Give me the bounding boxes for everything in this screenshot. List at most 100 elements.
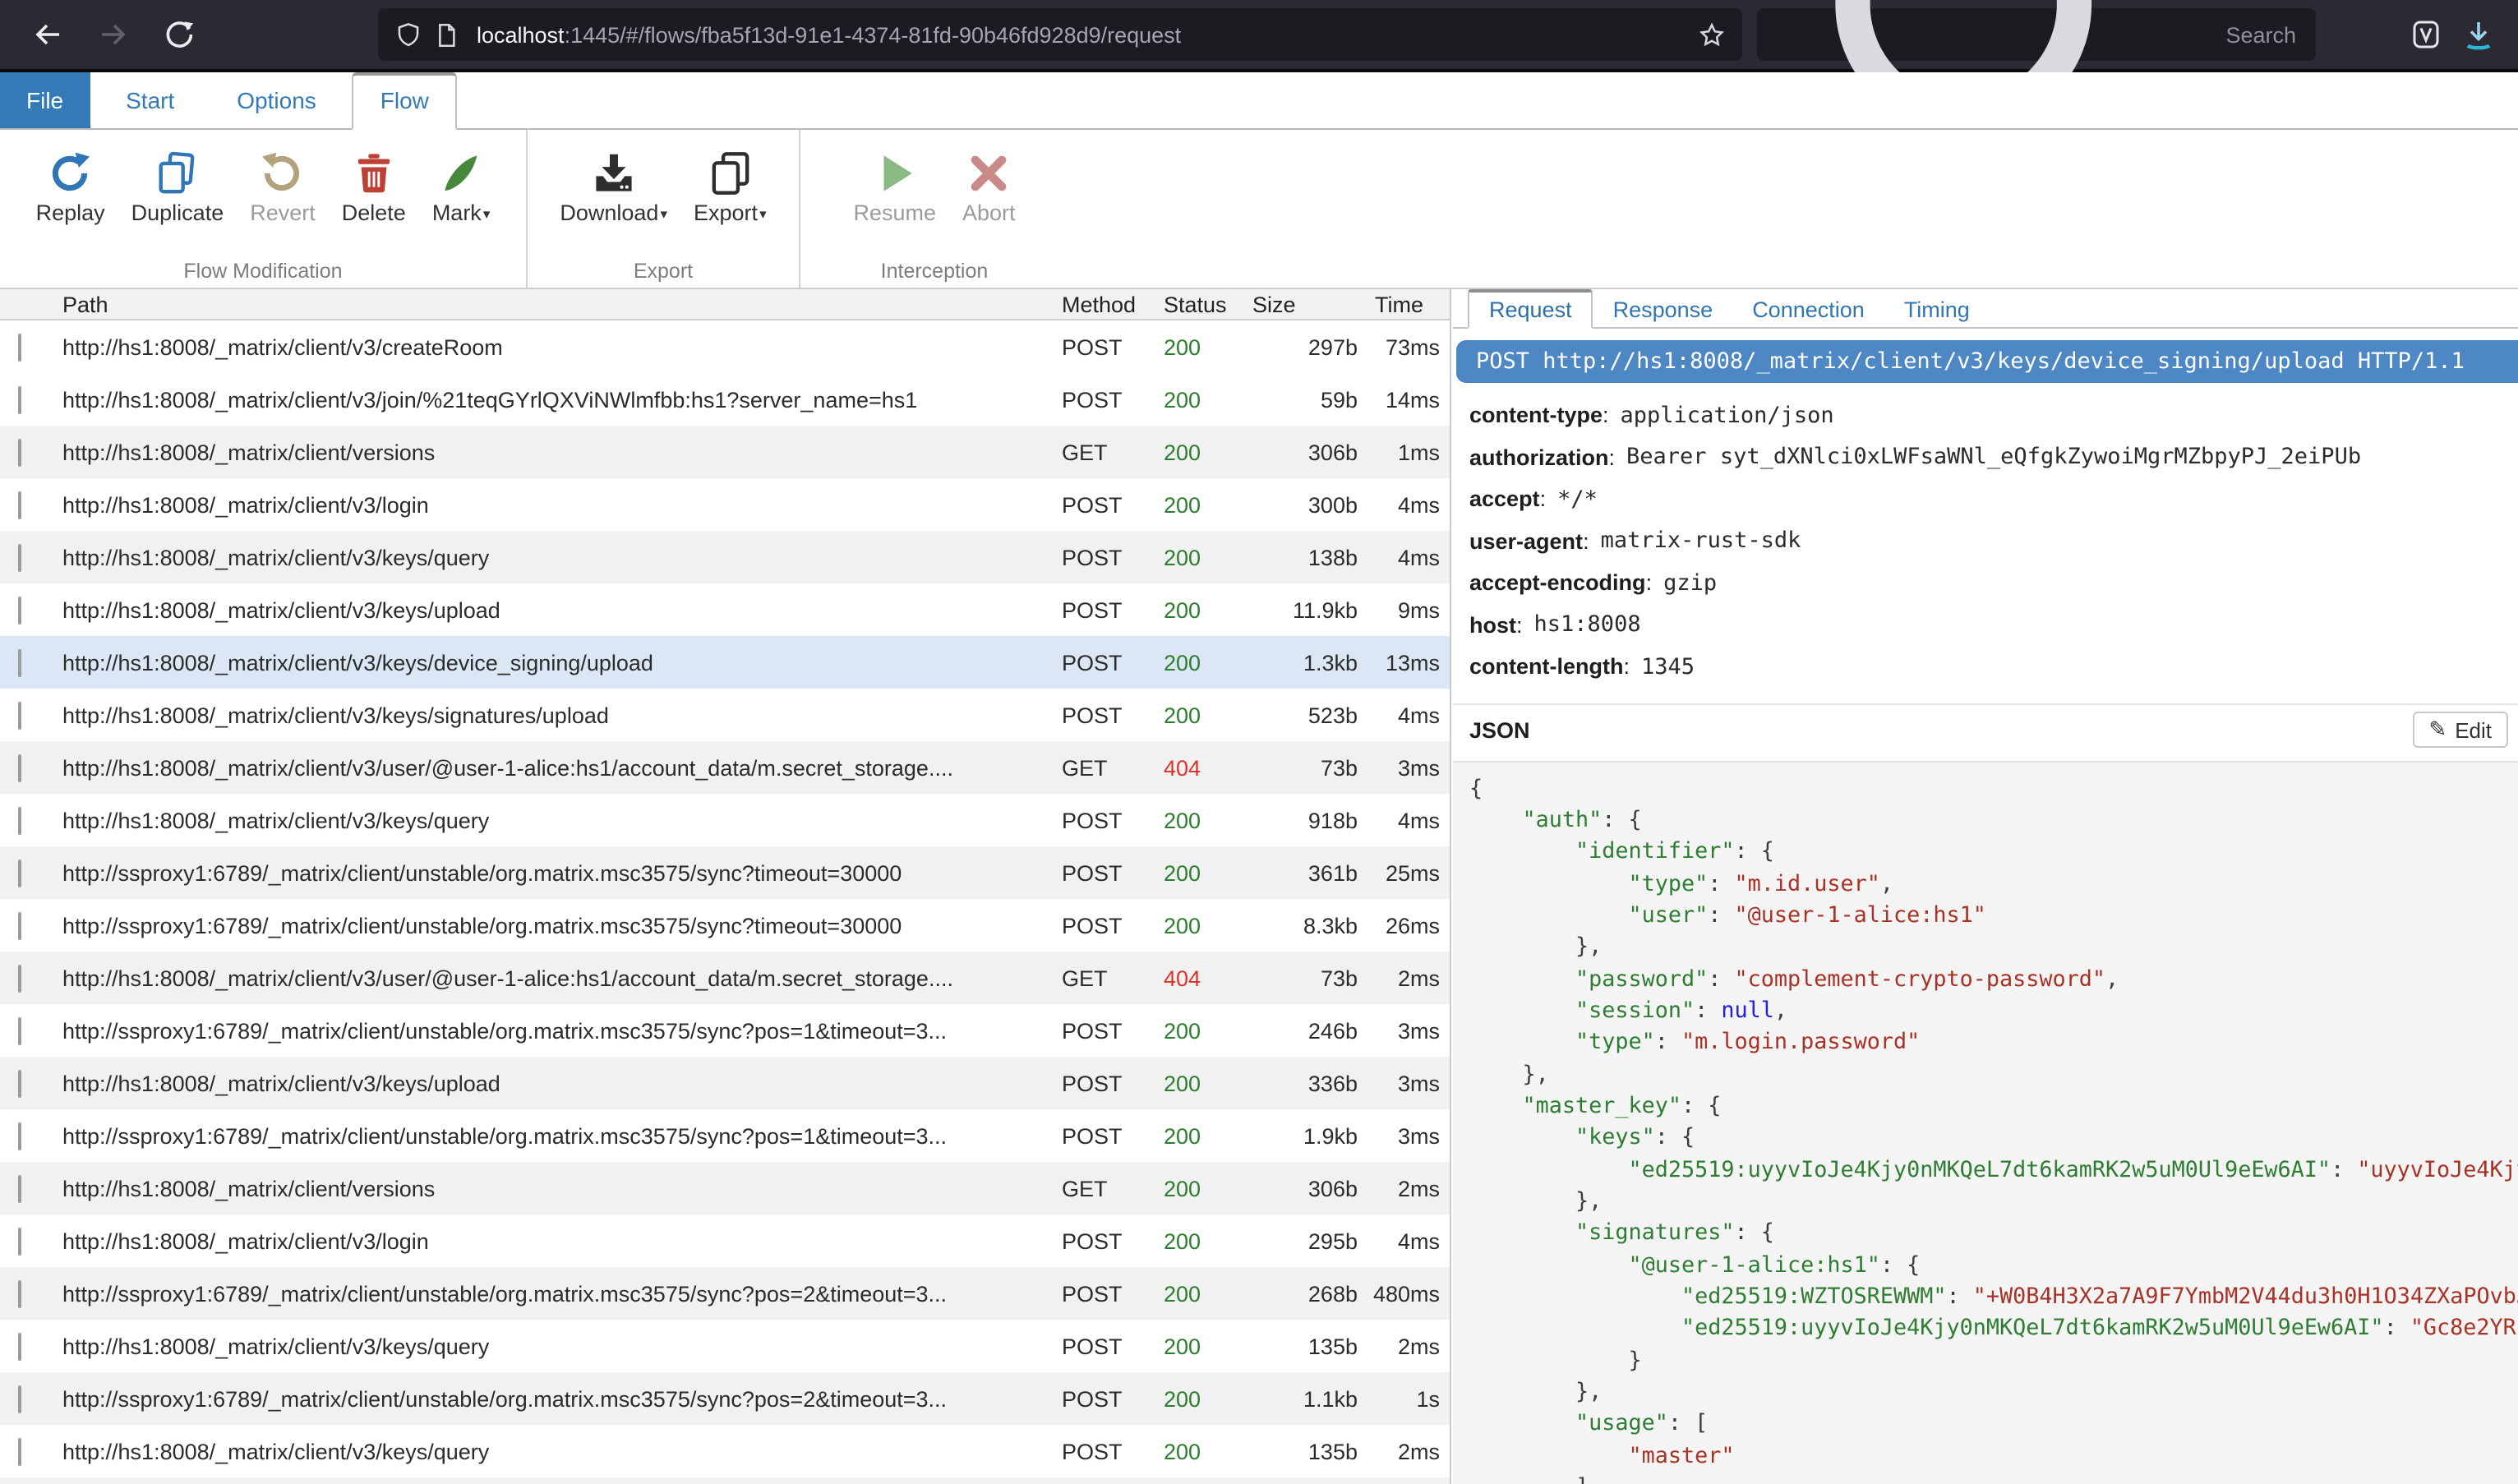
- mark-button[interactable]: Mark▾: [432, 151, 491, 225]
- shield-icon[interactable]: [394, 21, 422, 48]
- column-header-path[interactable]: Path: [62, 292, 1049, 316]
- flow-time: 4ms: [1358, 1228, 1450, 1253]
- flow-method: POST: [1049, 334, 1151, 359]
- flow-row[interactable]: http://hs1:8008/_matrix/client/v3/join/%…: [0, 373, 1450, 426]
- flow-row[interactable]: http://hs1:8008/_matrix/client/v3/keys/q…: [0, 1320, 1450, 1372]
- flow-row[interactable]: http://hs1:8008/_matrix/client/v3/user/@…: [0, 952, 1450, 1004]
- flow-row[interactable]: http://ssproxy1:6789/_matrix/client/unst…: [0, 1109, 1450, 1162]
- flow-path: http://ssproxy1:6789/_matrix/client/unst…: [62, 860, 1049, 885]
- url-bar[interactable]: localhost:1445/#/flows/fba5f13d-91e1-437…: [378, 8, 1742, 61]
- flow-time: 2ms: [1358, 1176, 1450, 1201]
- flow-size: 8.3kb: [1236, 913, 1358, 938]
- header-value: application/json: [1621, 403, 1834, 429]
- request-headers: content-type:application/jsonauthorizati…: [1453, 394, 2518, 688]
- json-line: "usage": [: [1469, 1409, 2518, 1441]
- json-line: "master": [1469, 1440, 2518, 1472]
- flow-type-icon: [18, 1122, 21, 1150]
- flow-time: 26ms: [1358, 913, 1450, 938]
- tab-request[interactable]: Request: [1468, 289, 1593, 329]
- edit-button[interactable]: ✎ Edit: [2412, 712, 2508, 748]
- reload-icon: [163, 18, 196, 51]
- flow-rows: http://hs1:8008/_matrix/client/v3/create…: [0, 320, 1450, 1484]
- flow-row[interactable]: http://hs1:8008/_matrix/client/v3/user/@…: [0, 741, 1450, 794]
- json-line: ],: [1469, 1472, 2518, 1484]
- replay-button[interactable]: Replay: [36, 151, 105, 225]
- menu-item-start[interactable]: Start: [99, 72, 201, 128]
- flow-row[interactable]: http://hs1:8008/_matrix/client/v3/keys/s…: [0, 689, 1450, 741]
- flow-row[interactable]: http://ssproxy1:6789/_matrix/client/unst…: [0, 1004, 1450, 1057]
- flow-status: 200: [1151, 808, 1236, 832]
- bookmark-star-icon[interactable]: [1698, 21, 1726, 48]
- flow-status: 200: [1151, 334, 1236, 359]
- flow-method: GET: [1049, 966, 1151, 990]
- flow-row[interactable]: http://hs1:8008/_matrix/client/versionsG…: [0, 426, 1450, 478]
- toolbar-group-export: Download▾ Export▾ Export: [528, 130, 800, 288]
- tab-connection[interactable]: Connection: [1732, 293, 1884, 327]
- edit-label: Edit: [2455, 717, 2492, 742]
- duplicate-label: Duplicate: [131, 200, 224, 225]
- flow-row[interactable]: http://hs1:8008/_matrix/client/v3/keys/u…: [0, 1057, 1450, 1109]
- flow-status: 200: [1151, 1281, 1236, 1306]
- flow-row[interactable]: http://ssproxy1:6789/_matrix/client/unst…: [0, 899, 1450, 952]
- menu-item-file[interactable]: File: [0, 72, 90, 128]
- json-line: },: [1469, 1187, 2518, 1219]
- column-header-status[interactable]: Status: [1151, 292, 1236, 316]
- flow-path: http://hs1:8008/_matrix/client/v3/keys/d…: [62, 650, 1049, 675]
- flow-path: http://ssproxy1:6789/_matrix/client/unst…: [62, 1386, 1049, 1411]
- duplicate-icon: [155, 151, 200, 196]
- flow-method: POST: [1049, 545, 1151, 569]
- tab-timing[interactable]: Timing: [1884, 293, 1990, 327]
- column-header-size[interactable]: Size: [1236, 292, 1358, 316]
- flow-time: 13ms: [1358, 650, 1450, 675]
- flow-type-icon: [18, 806, 21, 834]
- header-value: hs1:8008: [1534, 612, 1641, 638]
- flow-method: POST: [1049, 860, 1151, 885]
- toolbar-group-label: Export: [528, 260, 799, 283]
- flow-row[interactable]: http://ssproxy1:6789/_matrix/client/unst…: [0, 1372, 1450, 1425]
- column-header-method[interactable]: Method: [1049, 292, 1151, 316]
- flow-time: 1s: [1358, 1386, 1450, 1411]
- flow-row[interactable]: http://ssproxy1:6789/_matrix/client/unst…: [0, 1267, 1450, 1320]
- forward-button[interactable]: [85, 7, 141, 62]
- flow-row[interactable]: http://hs1:8008/_matrix/client/v3/keys/q…: [0, 1425, 1450, 1477]
- flow-size: 297b: [1236, 334, 1358, 359]
- extension-shield-icon[interactable]: [2410, 18, 2442, 51]
- flow-path: http://ssproxy1:6789/_matrix/client/unst…: [62, 1281, 1049, 1306]
- menu-item-flow[interactable]: Flow: [353, 72, 457, 130]
- request-line[interactable]: POST http://hs1:8008/_matrix/client/v3/k…: [1456, 340, 2518, 383]
- replay-label: Replay: [36, 200, 105, 225]
- downloads-icon[interactable]: [2462, 18, 2495, 51]
- browser-search[interactable]: Search: [1757, 8, 2316, 61]
- tab-response[interactable]: Response: [1593, 293, 1733, 327]
- flow-size: 73b: [1236, 966, 1358, 990]
- flow-toolbar: ReplayDuplicateRevertDeleteMark▾Flow Mod…: [0, 130, 2518, 289]
- flow-row[interactable]: http://hs1:8008/_matrix/client/versionsG…: [0, 1162, 1450, 1214]
- json-line: },: [1469, 932, 2518, 964]
- flow-time: 73ms: [1358, 334, 1450, 359]
- resume-button[interactable]: Resume: [853, 151, 936, 225]
- reload-button[interactable]: [151, 7, 207, 62]
- flow-row[interactable]: http://hs1:8008/_matrix/client/v3/keys/q…: [0, 531, 1450, 583]
- flow-row[interactable]: http://hs1:8008/_matrix/client/v3/loginP…: [0, 478, 1450, 531]
- delete-button[interactable]: Delete: [342, 151, 406, 225]
- download-button[interactable]: Download▾: [560, 151, 667, 225]
- flow-row[interactable]: http://hs1:8008/_matrix/client/v3/loginP…: [0, 1214, 1450, 1267]
- export-button[interactable]: Export▾: [694, 151, 767, 225]
- page-permissions-icon[interactable]: [432, 21, 460, 48]
- flow-type-icon: [18, 333, 21, 361]
- flow-row[interactable]: http://hs1:8008/_matrix/client/v3/keys/u…: [0, 583, 1450, 636]
- flow-time: 25ms: [1358, 860, 1450, 885]
- flow-row-selected[interactable]: http://hs1:8008/_matrix/client/v3/keys/d…: [0, 636, 1450, 689]
- flow-row[interactable]: http://ssproxy1:6789/_matrix/client/unst…: [0, 846, 1450, 899]
- menu-item-options[interactable]: Options: [210, 72, 343, 128]
- column-header-time[interactable]: Time: [1358, 292, 1450, 316]
- duplicate-button[interactable]: Duplicate: [131, 151, 224, 225]
- flow-row[interactable]: http://hs1:8008/_matrix/client/v3/create…: [0, 320, 1450, 373]
- flow-row[interactable]: http://hs1:8008/_matrix/client/v3/keys/q…: [0, 794, 1450, 846]
- revert-button[interactable]: Revert: [250, 151, 316, 225]
- flow-status: 200: [1151, 545, 1236, 569]
- flow-row[interactable]: [0, 1477, 1450, 1484]
- back-button[interactable]: [20, 7, 76, 62]
- flow-status: 200: [1151, 650, 1236, 675]
- abort-button[interactable]: Abort: [962, 151, 1016, 225]
